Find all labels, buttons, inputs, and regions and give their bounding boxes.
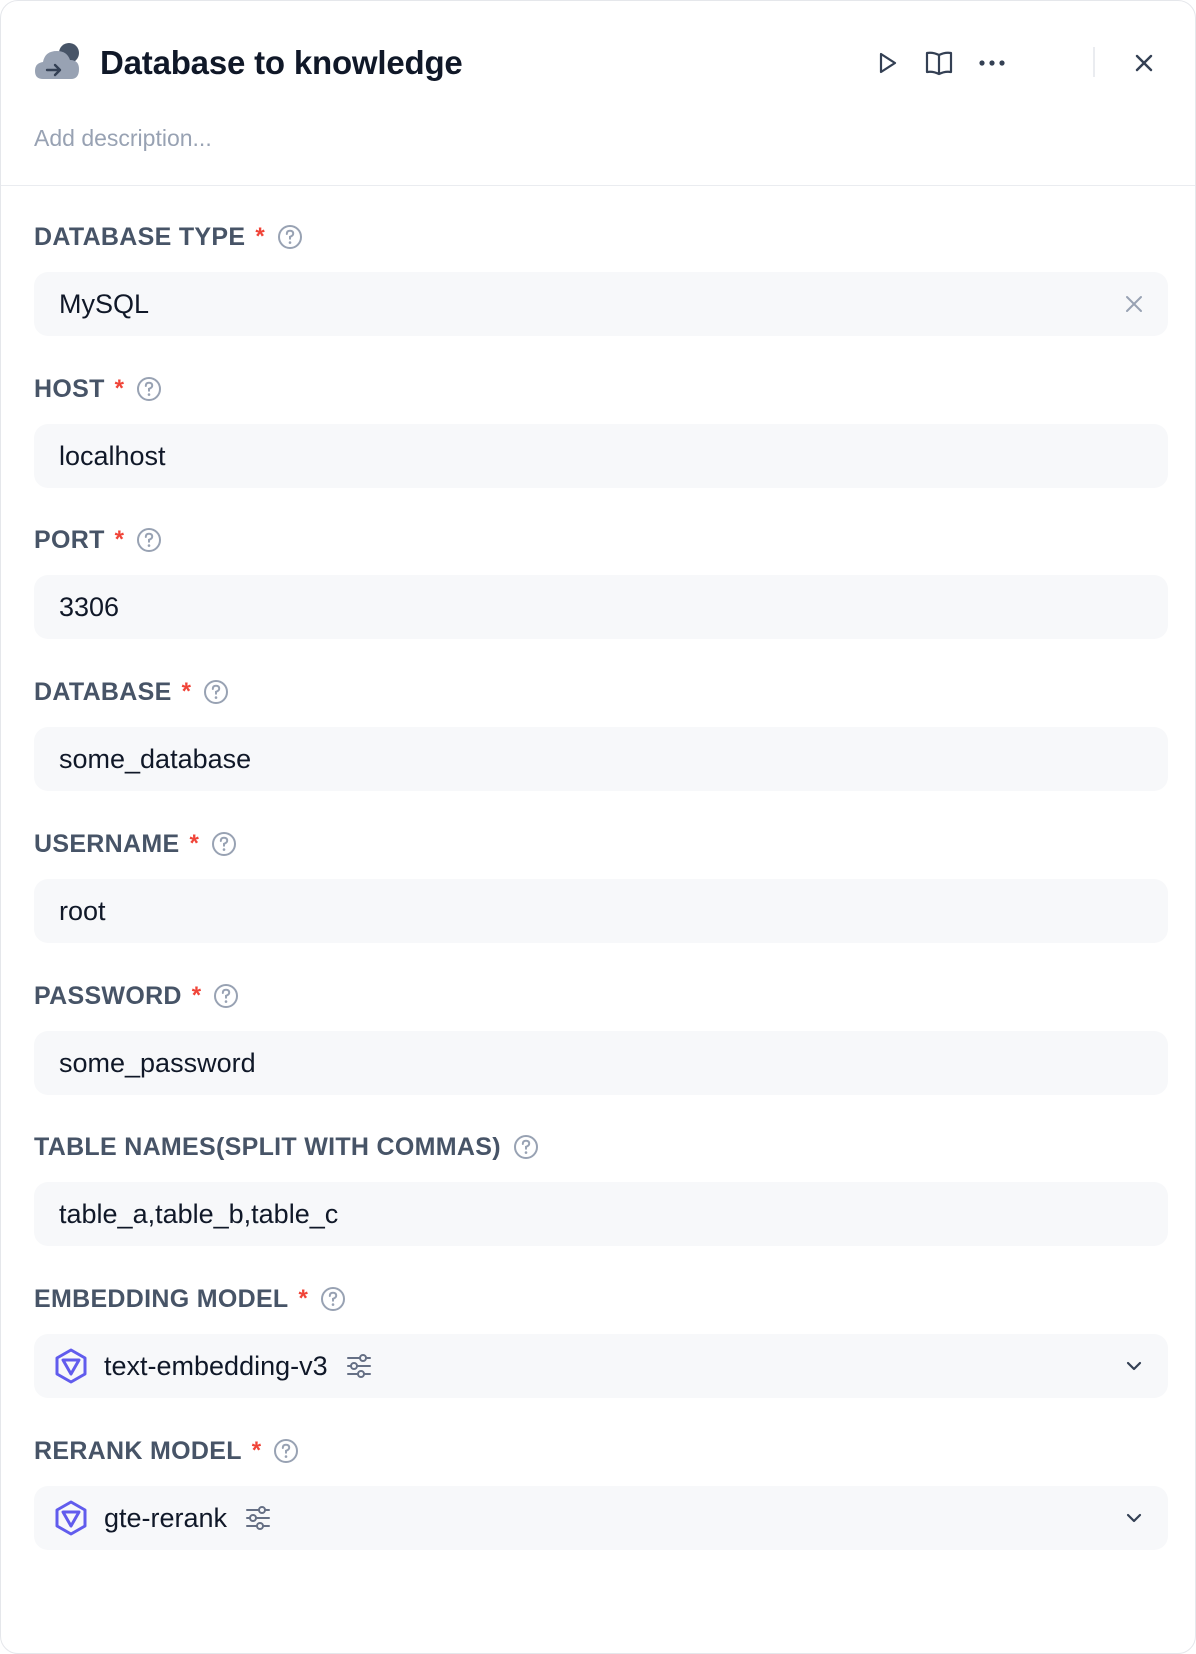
table-names-input[interactable]: table_a,table_b,table_c [34, 1182, 1168, 1246]
required-mark: * [298, 1285, 308, 1312]
header-divider [1093, 47, 1095, 77]
label-row: TABLE NAMES(SPLIT WITH COMMAS) [34, 1130, 539, 1164]
database-input[interactable]: some_database [34, 727, 1168, 791]
clear-x-icon[interactable] [1122, 292, 1146, 316]
port-value: 3306 [59, 591, 120, 622]
field-label: EMBEDDING MODEL [34, 1284, 289, 1313]
required-mark: * [114, 375, 124, 402]
host-input[interactable]: localhost [34, 424, 1168, 488]
username-input[interactable]: root [34, 879, 1168, 943]
database-type-value: MySQL [59, 288, 150, 319]
username-value: root [59, 895, 106, 926]
label-row: HOST * [34, 372, 162, 406]
label-row: PORT * [34, 523, 162, 557]
chevron-down-icon [1126, 1361, 1142, 1371]
field-label: PORT [34, 525, 105, 554]
rerank-model-select[interactable]: gte-rerank [34, 1486, 1168, 1550]
question-circle-icon[interactable] [203, 679, 229, 705]
sliders-icon[interactable] [243, 1503, 273, 1533]
field-label: RERANK MODEL [34, 1436, 242, 1465]
field-label: USERNAME [34, 829, 180, 858]
question-circle-icon[interactable] [277, 224, 303, 250]
model-provider-icon [55, 1500, 87, 1536]
question-circle-icon[interactable] [213, 983, 239, 1009]
run-button[interactable] [867, 43, 907, 83]
chevron-down-icon [1126, 1513, 1142, 1523]
field-label: DATABASE TYPE [34, 222, 246, 251]
rerank-model-value: gte-rerank [104, 1502, 228, 1533]
more-button[interactable] [972, 43, 1012, 83]
field-label: DATABASE [34, 677, 172, 706]
play-icon [879, 52, 897, 74]
database-type-input[interactable]: MySQL [34, 272, 1168, 336]
more-horizontal-icon [979, 60, 1005, 66]
node-title[interactable]: Database to knowledge [100, 41, 463, 85]
required-mark: * [181, 678, 191, 705]
host-value: localhost [59, 440, 166, 471]
label-row: DATABASE TYPE * [34, 220, 303, 254]
database-value: some_database [59, 743, 252, 774]
panel-header: Database to knowledge Add description... [1, 1, 1195, 186]
cloud-import-icon [35, 43, 79, 79]
node-config-panel: Database to knowledge Add description... [0, 0, 1196, 1654]
required-mark: * [114, 526, 124, 553]
model-provider-icon [55, 1348, 87, 1384]
close-icon [1135, 54, 1153, 72]
required-mark: * [189, 830, 199, 857]
embedding-model-value: text-embedding-v3 [104, 1350, 328, 1381]
sliders-icon[interactable] [344, 1351, 374, 1381]
required-mark: * [255, 223, 265, 250]
docs-button[interactable] [919, 43, 959, 83]
required-mark: * [191, 982, 202, 1009]
label-row: DATABASE * [34, 675, 229, 709]
label-row: USERNAME * [34, 827, 237, 861]
embedding-model-select[interactable]: text-embedding-v3 [34, 1334, 1168, 1398]
port-input[interactable]: 3306 [34, 575, 1168, 639]
table-names-value: table_a,table_b,table_c [59, 1198, 339, 1229]
book-icon [925, 51, 953, 76]
question-circle-icon[interactable] [136, 527, 162, 553]
question-circle-icon[interactable] [513, 1134, 539, 1160]
field-label: PASSWORD [34, 981, 182, 1010]
close-button[interactable] [1124, 43, 1164, 83]
label-row: EMBEDDING MODEL * [34, 1282, 346, 1316]
label-row: RERANK MODEL * [34, 1434, 299, 1468]
password-value: some_password [59, 1047, 256, 1078]
question-circle-icon[interactable] [320, 1286, 346, 1312]
field-label: HOST [34, 374, 105, 403]
question-circle-icon[interactable] [273, 1438, 299, 1464]
question-circle-icon[interactable] [211, 831, 237, 857]
question-circle-icon[interactable] [136, 376, 162, 402]
description-input[interactable]: Add description... [34, 125, 212, 152]
label-row: PASSWORD * [34, 979, 239, 1013]
field-label: TABLE NAMES(SPLIT WITH COMMAS) [34, 1132, 501, 1161]
required-mark: * [251, 1437, 262, 1464]
password-input[interactable]: some_password [34, 1031, 1168, 1095]
